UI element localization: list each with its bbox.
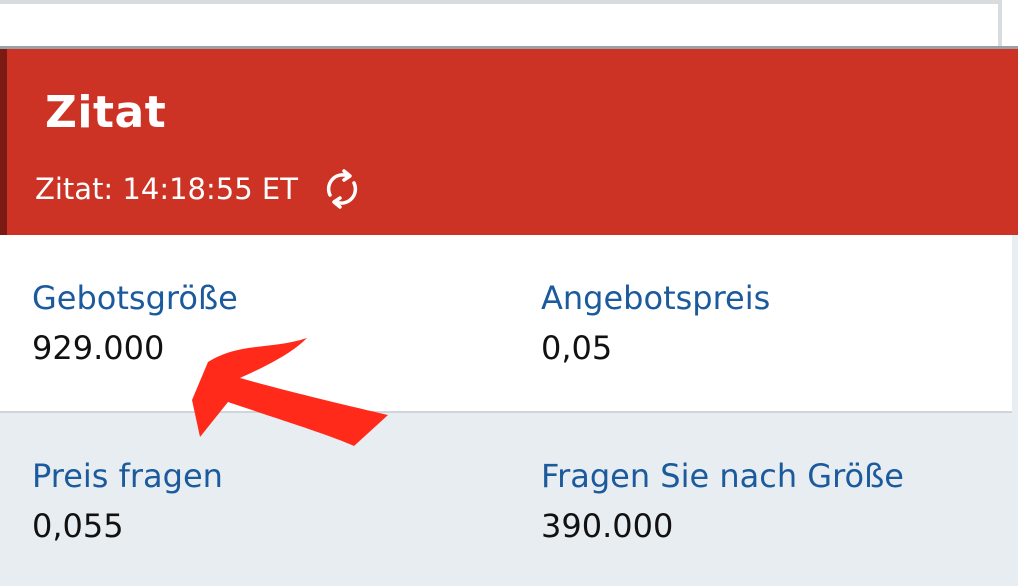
top-gap <box>0 4 1018 46</box>
offer-price-value: 0,05 <box>541 329 613 367</box>
offer-price-label: Angebotspreis <box>541 279 771 317</box>
quote-title: Zitat <box>45 87 167 138</box>
quote-row-bid: Gebotsgröße 929.000 Angebotspreis 0,05 <box>0 235 1018 413</box>
top-divider-edge <box>998 0 1002 46</box>
offer-price-cell: Angebotspreis 0,05 <box>541 279 770 367</box>
bid-size-label: Gebotsgröße <box>32 279 238 317</box>
ask-price-value: 0,055 <box>32 507 124 545</box>
right-edge <box>1012 235 1018 586</box>
quote-timestamp-row: Zitat: 14:18:55 ET <box>35 165 366 213</box>
ask-size-label: Fragen Sie nach Größe <box>541 457 904 495</box>
quote-timestamp: Zitat: 14:18:55 ET <box>35 172 298 206</box>
quote-row-ask: Preis fragen 0,055 Fragen Sie nach Größe… <box>0 413 1018 586</box>
ask-price-cell: Preis fragen 0,055 <box>32 457 223 545</box>
ask-size-value: 390.000 <box>541 507 674 545</box>
ask-price-label: Preis fragen <box>32 457 223 495</box>
ask-size-cell: Fragen Sie nach Größe 390.000 <box>541 457 904 545</box>
bid-size-cell: Gebotsgröße 929.000 <box>32 279 238 367</box>
bid-size-value: 929.000 <box>32 329 165 367</box>
quote-header: Zitat Zitat: 14:18:55 ET <box>0 49 1018 235</box>
refresh-icon[interactable] <box>318 165 366 213</box>
